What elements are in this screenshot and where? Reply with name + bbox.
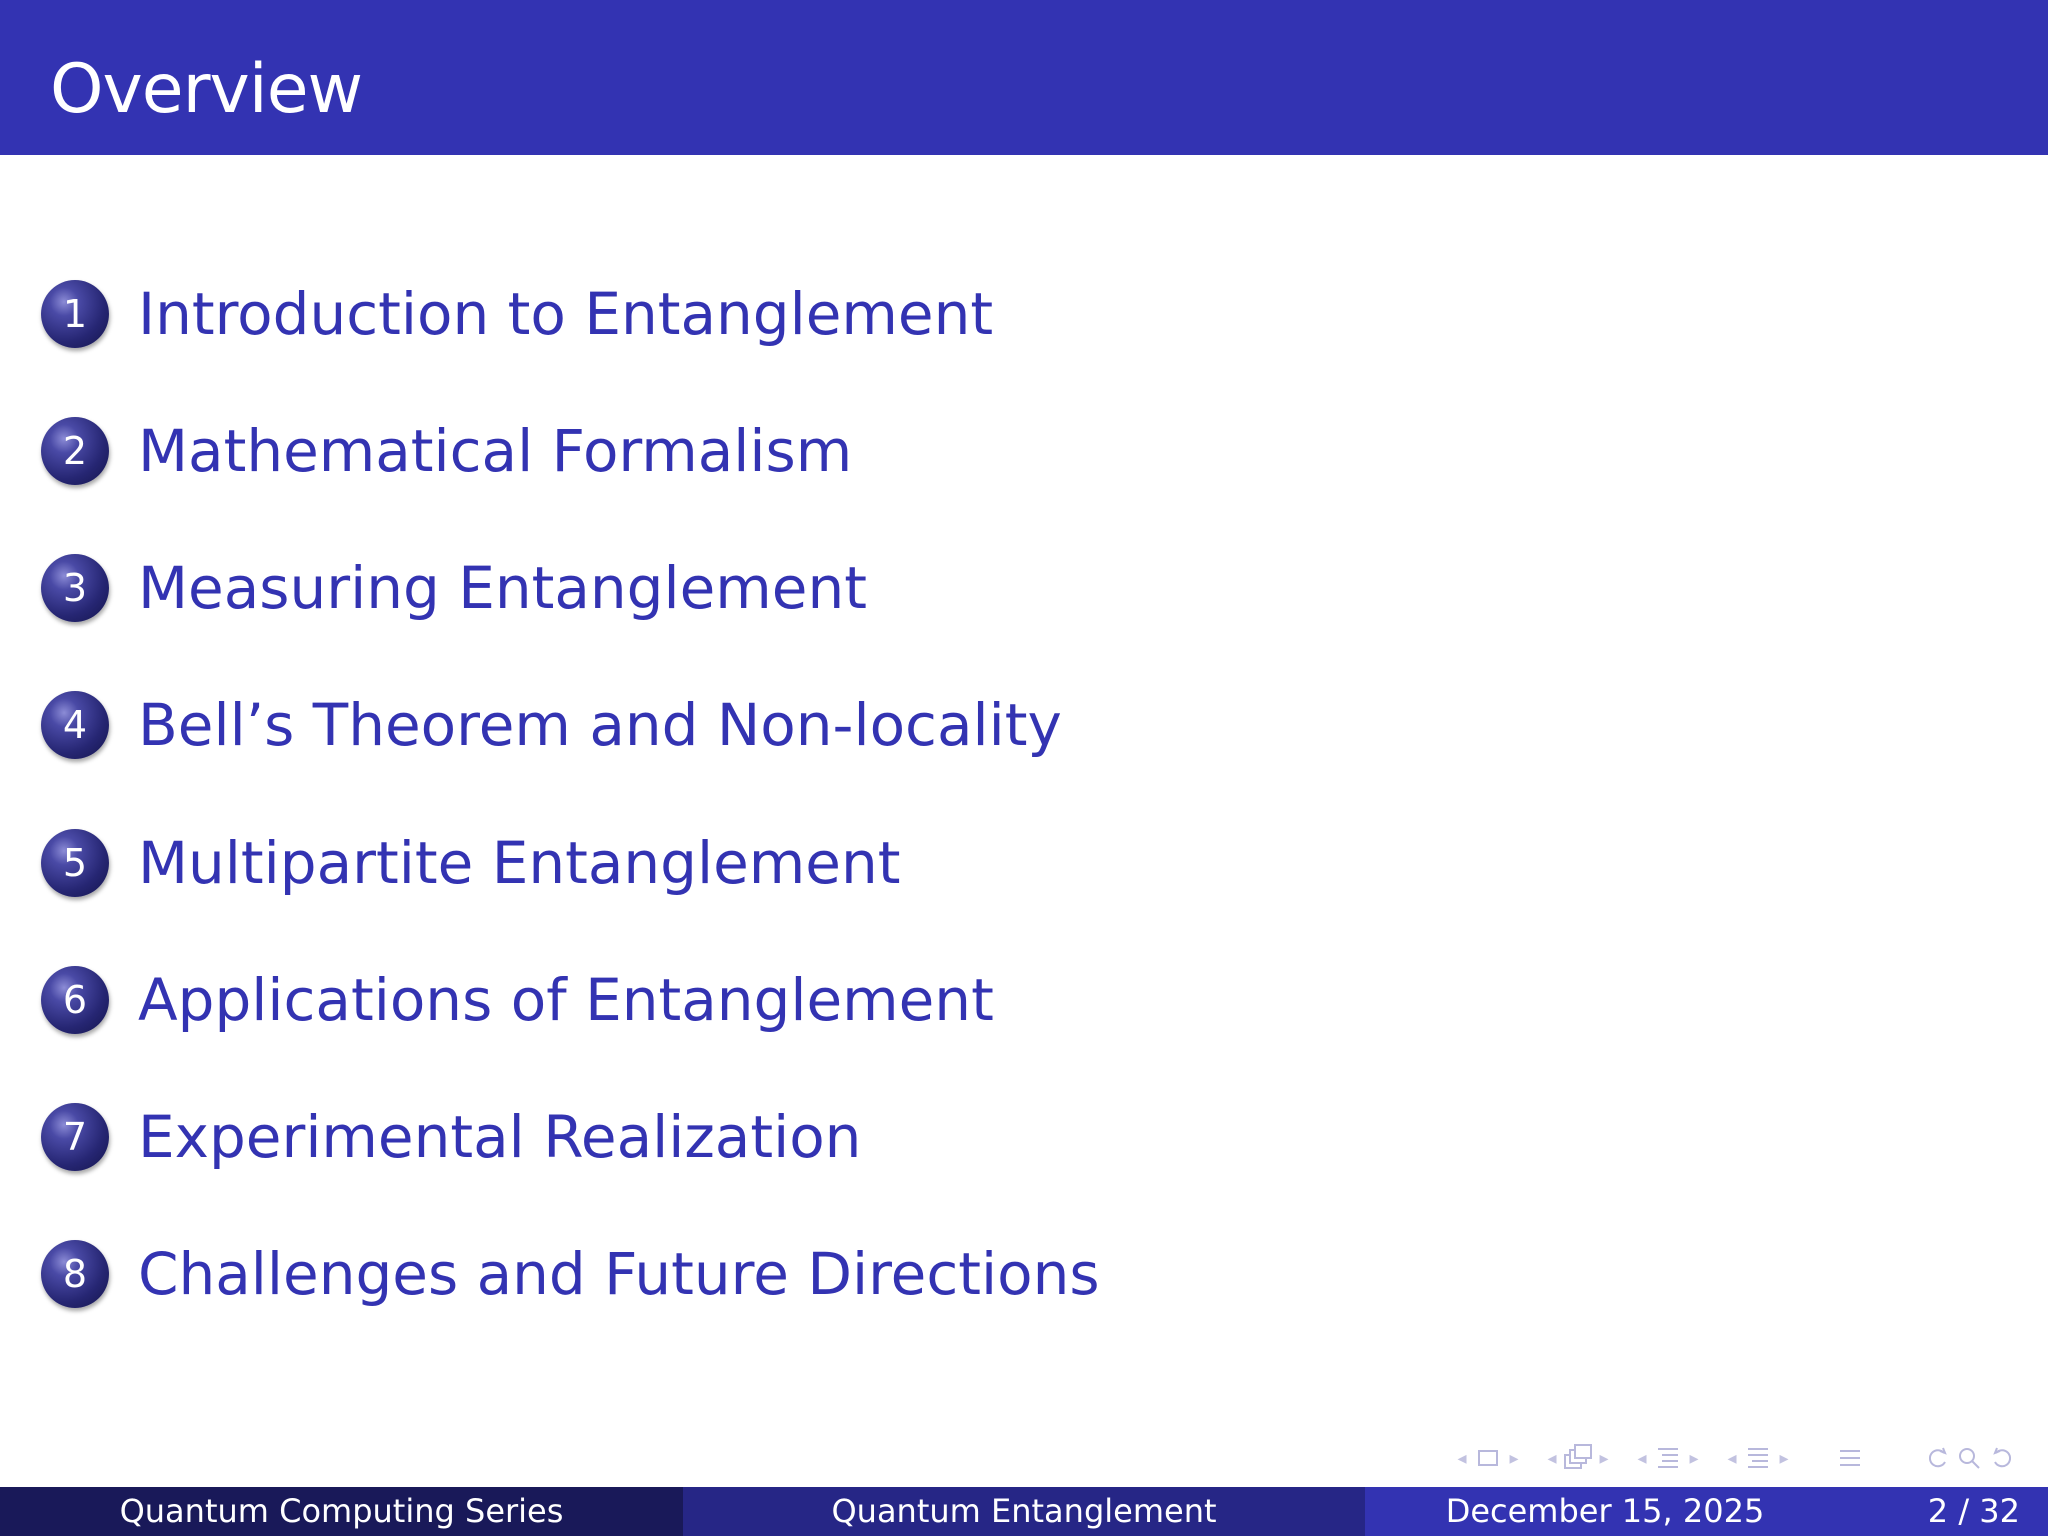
- toc-item-label: Multipartite Entanglement: [138, 829, 901, 897]
- subsection-alt-nav-group: ◂ ▸: [1722, 1444, 1794, 1472]
- footer-page-number: 2 / 32: [1927, 1492, 2020, 1530]
- section-nav-group: ◂ ▸: [1632, 1444, 1704, 1472]
- footer-author: Quantum Computing Series: [0, 1487, 683, 1536]
- toc-number-ball: 5: [41, 829, 109, 897]
- nav-right-arrow-icon[interactable]: ▸: [1594, 1448, 1614, 1469]
- toc-number-ball: 8: [41, 1240, 109, 1308]
- toc-item-7[interactable]: 7 Experimental Realization: [0, 1073, 1200, 1183]
- appendix-nav-group: [1834, 1444, 1866, 1472]
- toc-number-ball: 6: [41, 966, 109, 1034]
- toc-item-label: Mathematical Formalism: [138, 417, 853, 485]
- toc-item-6[interactable]: 6 Applications of Entanglement: [0, 936, 1200, 1046]
- toc-item-label: Experimental Realization: [138, 1103, 862, 1171]
- toc-item-4[interactable]: 4 Bell’s Theorem and Non-locality: [0, 661, 1200, 771]
- subsection-alt-nav-icon[interactable]: [1742, 1444, 1774, 1472]
- footer-title: Quantum Entanglement: [683, 1487, 1365, 1536]
- footer-date: December 15, 2025: [1445, 1492, 1765, 1530]
- nav-right-arrow-icon[interactable]: ▸: [1774, 1448, 1794, 1469]
- nav-left-arrow-icon[interactable]: ◂: [1722, 1448, 1742, 1469]
- toc-item-label: Applications of Entanglement: [138, 966, 994, 1034]
- section-nav-icon[interactable]: [1652, 1444, 1684, 1472]
- search-nav-group: [1922, 1444, 2018, 1472]
- toc-item-label: Introduction to Entanglement: [138, 280, 994, 348]
- search-nav-icon[interactable]: [1954, 1444, 1986, 1472]
- toc-item-5[interactable]: 5 Multipartite Entanglement: [0, 799, 1200, 909]
- toc-item-3[interactable]: 3 Measuring Entanglement: [0, 524, 1200, 634]
- toc-item-2[interactable]: 2 Mathematical Formalism: [0, 387, 1200, 497]
- subsection-nav-icon[interactable]: [1562, 1444, 1594, 1472]
- toc-number-ball: 1: [41, 280, 109, 348]
- toc-item-1[interactable]: 1 Introduction to Entanglement: [0, 250, 1200, 360]
- nav-left-arrow-icon[interactable]: ◂: [1452, 1448, 1472, 1469]
- undo-icon[interactable]: [1922, 1444, 1954, 1472]
- footer-date-page: December 15, 2025 2 / 32: [1365, 1487, 2048, 1536]
- appendix-nav-icon[interactable]: [1834, 1444, 1866, 1472]
- toc-number-ball: 3: [41, 554, 109, 622]
- toc-number-ball: 7: [41, 1103, 109, 1171]
- subsection-nav-group: ◂ ▸: [1542, 1444, 1614, 1472]
- footer-bar: Quantum Computing Series Quantum Entangl…: [0, 1487, 2048, 1536]
- redo-icon[interactable]: [1986, 1444, 2018, 1472]
- toc-item-label: Challenges and Future Directions: [138, 1240, 1100, 1308]
- frame-title-bar: Overview: [0, 0, 2048, 155]
- toc-item-label: Measuring Entanglement: [138, 554, 867, 622]
- nav-left-arrow-icon[interactable]: ◂: [1632, 1448, 1652, 1469]
- frame-nav-group: ◂ ▸: [1452, 1444, 1524, 1472]
- frame-nav-icon[interactable]: [1472, 1444, 1504, 1472]
- nav-right-arrow-icon[interactable]: ▸: [1504, 1448, 1524, 1469]
- nav-left-arrow-icon[interactable]: ◂: [1542, 1448, 1562, 1469]
- toc-number-ball: 2: [41, 417, 109, 485]
- toc-number-ball: 4: [41, 691, 109, 759]
- toc-item-label: Bell’s Theorem and Non-locality: [138, 691, 1062, 759]
- frame-title: Overview: [50, 50, 363, 129]
- nav-right-arrow-icon[interactable]: ▸: [1684, 1448, 1704, 1469]
- beamer-navigation-bar: ◂ ▸ ◂ ▸ ◂ ▸ ◂ ▸: [1434, 1440, 2018, 1476]
- toc-item-8[interactable]: 8 Challenges and Future Directions: [0, 1210, 1200, 1320]
